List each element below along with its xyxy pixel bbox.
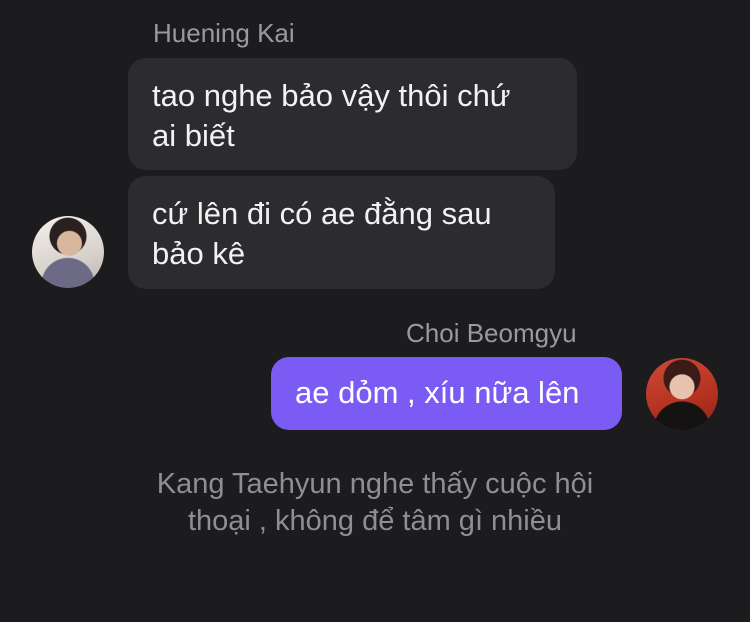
system-note-line: thoại , không để tâm gì nhiều xyxy=(187,505,563,537)
avatar-huening-kai[interactable] xyxy=(32,216,104,288)
message-text: ai biết xyxy=(152,118,235,153)
message-bubble[interactable]: tao nghe bảo vậy thôi chứ ai biết xyxy=(128,58,577,170)
sender-name-huening-kai: Huening Kai xyxy=(153,18,295,48)
message-text: cứ lên đi có ae đằng sau xyxy=(152,196,492,231)
message-bubble[interactable]: cứ lên đi có ae đằng sau bảo kê xyxy=(128,176,555,289)
avatar-choi-beomgyu[interactable] xyxy=(646,358,718,430)
message-text: ae dỏm , xíu nữa lên xyxy=(295,375,580,410)
message-text: bảo kê xyxy=(152,236,246,271)
message-bubble[interactable]: ae dỏm , xíu nữa lên xyxy=(271,357,622,430)
sender-name-choi-beomgyu: Choi Beomgyu xyxy=(406,318,577,348)
system-note-line: Kang Taehyun nghe thấy cuộc hội xyxy=(156,468,594,500)
message-text: tao nghe bảo vậy thôi chứ xyxy=(152,78,511,113)
system-note: Kang Taehyun nghe thấy cuộc hội thoại , … xyxy=(0,466,750,540)
